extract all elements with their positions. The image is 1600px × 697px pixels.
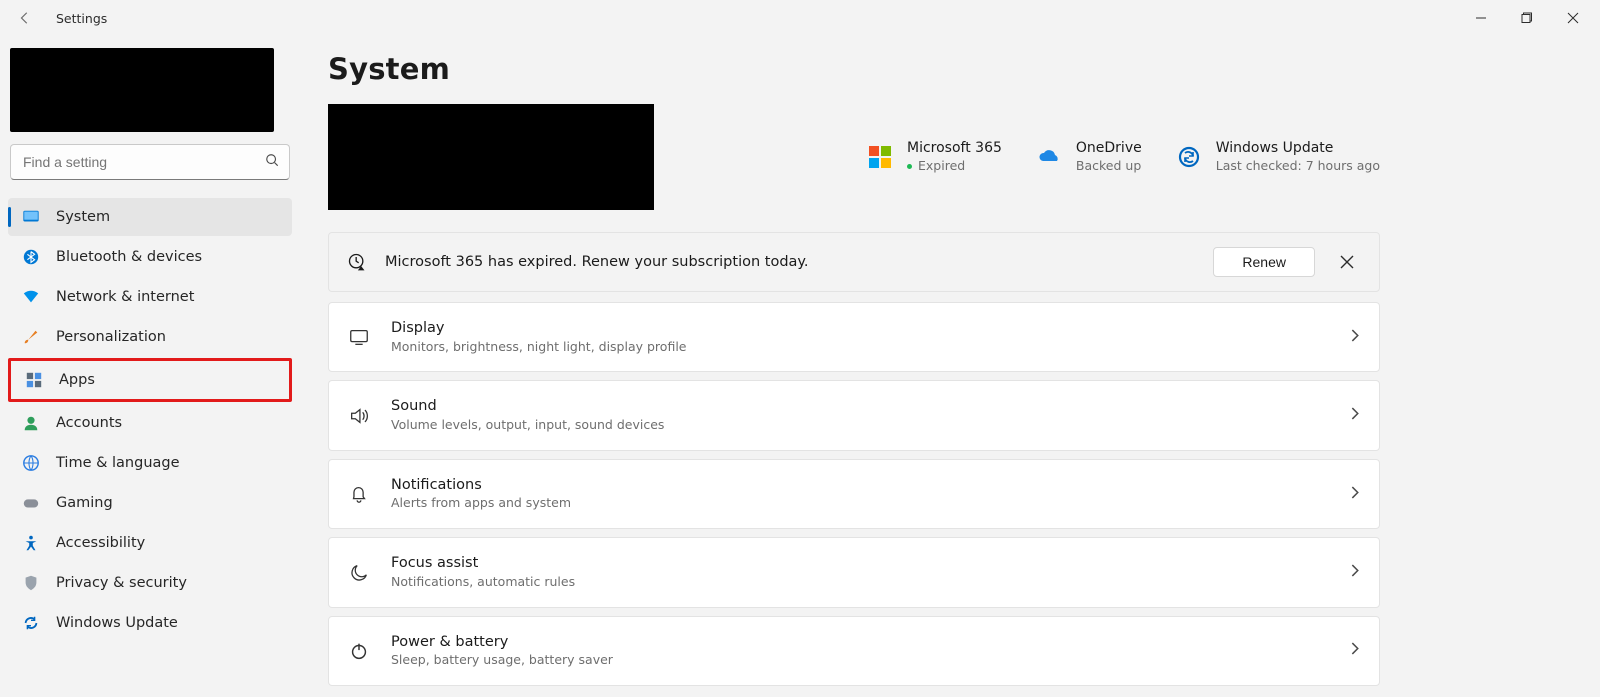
sound-icon: [347, 404, 371, 428]
card-title: Sound: [391, 397, 1328, 417]
power-icon: [347, 639, 371, 663]
wifi-icon: [22, 288, 40, 306]
main-content: System Microsoft 365 Expired: [300, 36, 1600, 697]
person-icon: [22, 414, 40, 432]
card-title: Display: [391, 319, 1328, 339]
tile-title: Windows Update: [1216, 139, 1380, 158]
onedrive-icon: [1036, 144, 1062, 170]
account-block-redacted: [10, 48, 274, 132]
search-icon: [265, 153, 279, 171]
sidebar-item-accounts[interactable]: Accounts: [8, 404, 292, 442]
sidebar-item-personalization[interactable]: Personalization: [8, 318, 292, 356]
card-sub: Sleep, battery usage, battery saver: [391, 652, 1328, 669]
sidebar-item-windows-update[interactable]: Windows Update: [8, 604, 292, 642]
card-sub: Volume levels, output, input, sound devi…: [391, 417, 1328, 434]
window-controls: [1458, 2, 1596, 34]
tile-sub: Backed up: [1076, 158, 1142, 175]
card-sound[interactable]: Sound Volume levels, output, input, soun…: [328, 380, 1380, 450]
shield-icon: [22, 574, 40, 592]
sidebar-item-label: Accounts: [56, 415, 122, 431]
page-title: System: [328, 52, 1380, 86]
app-title: Settings: [56, 11, 107, 26]
card-notifications[interactable]: Notifications Alerts from apps and syste…: [328, 459, 1380, 529]
arrow-left-icon: [18, 11, 32, 25]
tile-windows-update[interactable]: Windows Update Last checked: 7 hours ago: [1176, 139, 1380, 175]
apps-icon: [25, 371, 43, 389]
tile-title: Microsoft 365: [907, 139, 1002, 158]
moon-icon: [347, 561, 371, 585]
apps-highlight-annotation: Apps: [8, 358, 292, 402]
card-title: Notifications: [391, 476, 1328, 496]
card-sub: Notifications, automatic rules: [391, 574, 1328, 591]
sidebar-item-time-language[interactable]: Time & language: [8, 444, 292, 482]
bluetooth-icon: [22, 248, 40, 266]
chevron-right-icon: [1348, 486, 1361, 503]
sidebar: System Bluetooth & devices Network & int…: [0, 36, 300, 697]
hero-row: Microsoft 365 Expired OneDrive Backed up: [328, 104, 1380, 210]
sidebar-item-label: Time & language: [56, 455, 180, 471]
card-sub: Alerts from apps and system: [391, 495, 1328, 512]
card-title: Focus assist: [391, 554, 1328, 574]
close-icon: [1567, 12, 1579, 24]
chevron-right-icon: [1348, 642, 1361, 659]
sidebar-item-accessibility[interactable]: Accessibility: [8, 524, 292, 562]
clock-alert-icon: [347, 252, 367, 272]
chevron-right-icon: [1348, 407, 1361, 424]
sidebar-item-gaming[interactable]: Gaming: [8, 484, 292, 522]
card-power-battery[interactable]: Power & battery Sleep, battery usage, ba…: [328, 616, 1380, 686]
close-icon: [1340, 255, 1354, 269]
sidebar-item-label: System: [56, 209, 110, 225]
search-input[interactable]: [21, 153, 265, 171]
sidebar-item-label: Network & internet: [56, 289, 194, 305]
card-display[interactable]: Display Monitors, brightness, night ligh…: [328, 302, 1380, 372]
sync-icon: [1176, 144, 1202, 170]
titlebar: Settings: [0, 0, 1600, 36]
sidebar-item-label: Bluetooth & devices: [56, 249, 202, 265]
close-button[interactable]: [1550, 2, 1596, 34]
update-icon: [22, 614, 40, 632]
paintbrush-icon: [22, 328, 40, 346]
sidebar-nav: System Bluetooth & devices Network & int…: [8, 198, 292, 642]
maximize-button[interactable]: [1504, 2, 1550, 34]
minimize-button[interactable]: [1458, 2, 1504, 34]
tile-sub: Last checked: 7 hours ago: [1216, 158, 1380, 175]
maximize-icon: [1521, 12, 1533, 24]
card-sub: Monitors, brightness, night light, displ…: [391, 339, 1328, 356]
gamepad-icon: [22, 494, 40, 512]
search-box[interactable]: [10, 144, 290, 180]
sidebar-item-label: Privacy & security: [56, 575, 187, 591]
tile-onedrive[interactable]: OneDrive Backed up: [1036, 139, 1142, 175]
sidebar-item-label: Apps: [59, 372, 95, 388]
device-block-redacted: [328, 104, 654, 210]
m365-expired-banner: Microsoft 365 has expired. Renew your su…: [328, 232, 1380, 292]
sidebar-item-label: Windows Update: [56, 615, 178, 631]
chevron-right-icon: [1348, 329, 1361, 346]
bell-icon: [347, 482, 371, 506]
chevron-right-icon: [1348, 564, 1361, 581]
card-focus-assist[interactable]: Focus assist Notifications, automatic ru…: [328, 537, 1380, 607]
accessibility-icon: [22, 534, 40, 552]
tile-microsoft-365[interactable]: Microsoft 365 Expired: [867, 139, 1002, 175]
sidebar-item-network[interactable]: Network & internet: [8, 278, 292, 316]
microsoft-logo-icon: [867, 144, 893, 170]
display-icon: [347, 325, 371, 349]
sidebar-item-label: Personalization: [56, 329, 166, 345]
banner-text: Microsoft 365 has expired. Renew your su…: [385, 254, 1195, 270]
card-title: Power & battery: [391, 633, 1328, 653]
sidebar-item-label: Accessibility: [56, 535, 145, 551]
sidebar-item-apps[interactable]: Apps: [11, 361, 289, 399]
sidebar-item-system[interactable]: System: [8, 198, 292, 236]
minimize-icon: [1475, 12, 1487, 24]
globe-clock-icon: [22, 454, 40, 472]
system-icon: [22, 208, 40, 226]
sidebar-item-label: Gaming: [56, 495, 113, 511]
tile-sub: Expired: [907, 158, 1002, 175]
renew-button[interactable]: Renew: [1213, 247, 1315, 277]
tile-title: OneDrive: [1076, 139, 1142, 158]
sidebar-item-bluetooth[interactable]: Bluetooth & devices: [8, 238, 292, 276]
back-button[interactable]: [8, 1, 42, 35]
sidebar-item-privacy[interactable]: Privacy & security: [8, 564, 292, 602]
banner-close-button[interactable]: [1333, 248, 1361, 276]
